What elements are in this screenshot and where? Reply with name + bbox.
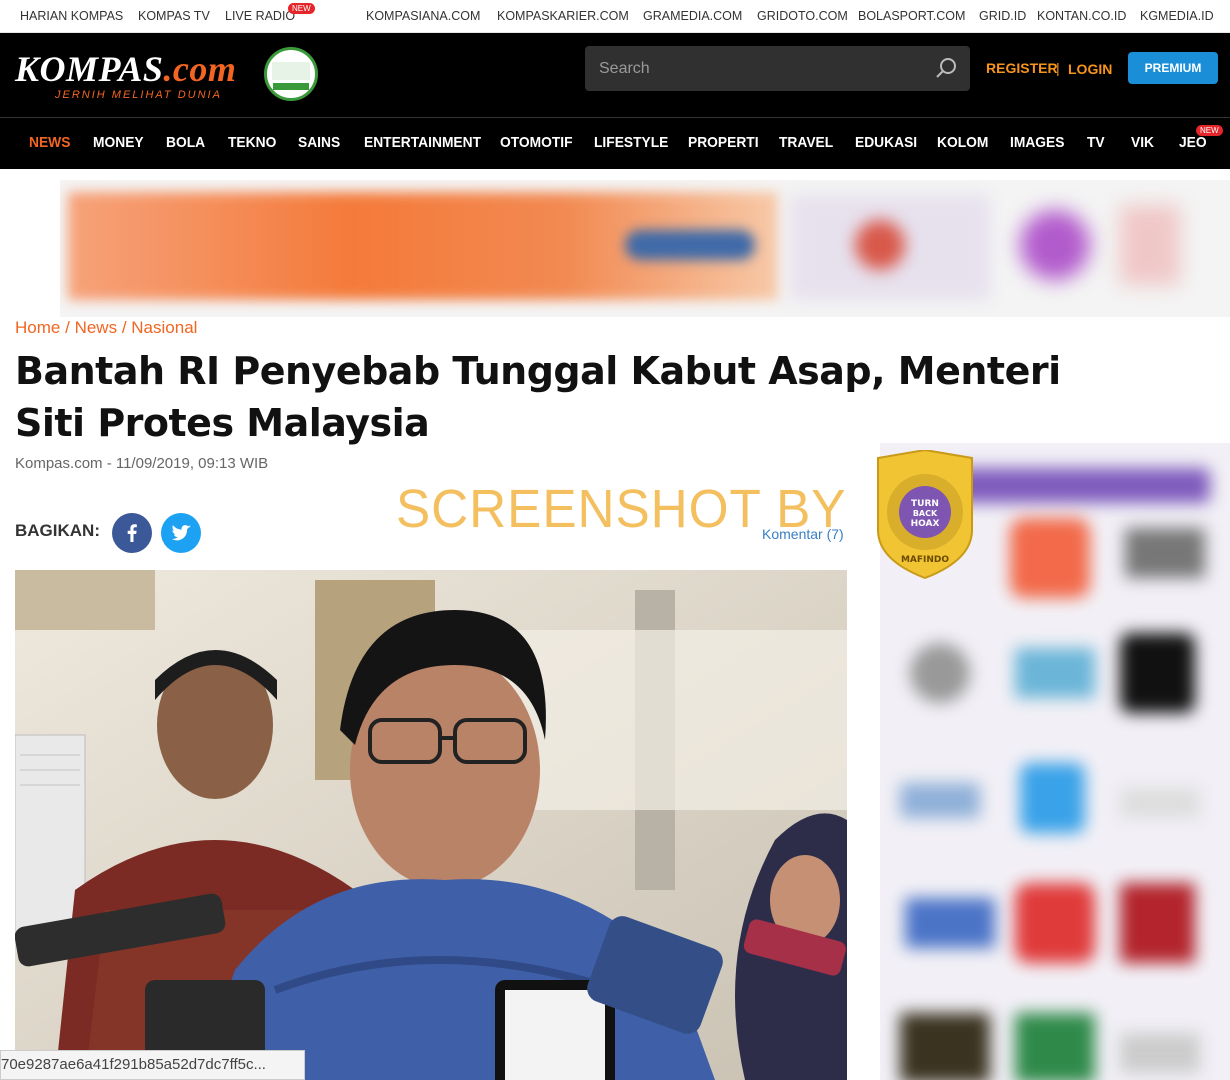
turnbackhoax-badge-icon: TURN BACK HOAX MAFINDO (877, 450, 973, 580)
facebook-icon (127, 524, 137, 542)
live-radio-new-badge: NEW (288, 3, 315, 14)
svg-text:MAFINDO: MAFINDO (901, 555, 949, 565)
search-box[interactable] (585, 46, 970, 91)
link-harian-kompas[interactable]: HARIAN KOMPAS (20, 9, 123, 23)
top-links-bar: HARIAN KOMPAS KOMPAS TV LIVE RADIO NEW K… (0, 0, 1230, 33)
nav-images[interactable]: IMAGES (1010, 134, 1064, 151)
nav-money[interactable]: MONEY (93, 134, 144, 151)
auth-separator: | (1056, 60, 1060, 76)
nav-bola[interactable]: BOLA (166, 134, 205, 151)
link-live-radio[interactable]: LIVE RADIO (225, 9, 295, 23)
main-nav: NEWS MONEY BOLA TEKNO SAINS ENTERTAINMEN… (0, 117, 1230, 169)
link-kompaskarier[interactable]: KOMPASKARIER.COM (497, 9, 629, 23)
nav-properti[interactable]: PROPERTI (688, 134, 759, 151)
nav-edukasi[interactable]: EDUKASI (855, 134, 917, 151)
nav-tv[interactable]: TV (1087, 134, 1105, 151)
breadcrumb-news[interactable]: News (75, 318, 118, 337)
nav-lifestyle[interactable]: LIFESTYLE (594, 134, 668, 151)
article-title: Bantah RI Penyebab Tunggal Kabut Asap, M… (15, 349, 1061, 445)
fact-checking-badge-icon (264, 47, 318, 101)
link-gramedia[interactable]: GRAMEDIA.COM (643, 9, 742, 23)
nav-entertainment[interactable]: ENTERTAINMENT (364, 134, 481, 151)
link-kgmedia[interactable]: KGMEDIA.ID (1140, 9, 1214, 23)
jeo-new-badge: NEW (1196, 125, 1223, 136)
nav-vik[interactable]: VIK (1131, 134, 1154, 151)
svg-text:BACK: BACK (913, 509, 938, 518)
article-photo (15, 570, 847, 1080)
nav-otomotif[interactable]: OTOMOTIF (500, 134, 573, 151)
breadcrumb-home[interactable]: Home (15, 318, 60, 337)
link-kontan[interactable]: KONTAN.CO.ID (1037, 9, 1126, 23)
nav-news[interactable]: NEWS (29, 134, 70, 151)
article-meta: Kompas.com - 11/09/2019, 09:13 WIB (15, 455, 269, 472)
nav-jeo[interactable]: JEO (1179, 134, 1207, 151)
facebook-share-button[interactable] (112, 513, 152, 553)
link-kompas-tv[interactable]: KOMPAS TV (138, 9, 210, 23)
status-url-tooltip: 70e9287ae6a41f291b85a52d7dc7ff5c... (0, 1050, 305, 1080)
nav-travel[interactable]: TRAVEL (779, 134, 833, 151)
login-link[interactable]: LOGIN (1068, 61, 1112, 77)
share-label: BAGIKAN: (15, 521, 100, 540)
logo-tagline: JERNIH MELIHAT DUNIA (55, 89, 222, 101)
breadcrumb-separator: / (121, 318, 127, 337)
site-header: KOMPAS.com JERNIH MELIHAT DUNIA REGISTER… (0, 33, 1230, 117)
komentar-link[interactable]: Komentar (7) (762, 526, 844, 542)
kompas-logo[interactable]: KOMPAS.com (15, 48, 236, 90)
nav-tekno[interactable]: TEKNO (228, 134, 276, 151)
link-kompasiana[interactable]: KOMPASIANA.COM (366, 9, 480, 23)
article-photo-illustration (15, 570, 847, 1080)
search-input[interactable] (599, 46, 919, 91)
nav-sains[interactable]: SAINS (298, 134, 340, 151)
premium-button[interactable]: PREMIUM (1128, 52, 1218, 84)
svg-text:TURN: TURN (911, 499, 939, 509)
register-link[interactable]: REGISTER (986, 60, 1058, 76)
svg-text:HOAX: HOAX (911, 519, 940, 529)
breadcrumb-nasional[interactable]: Nasional (131, 318, 197, 337)
twitter-share-button[interactable] (161, 513, 201, 553)
twitter-icon (171, 525, 191, 541)
breadcrumb: Home / News / Nasional (15, 318, 197, 338)
nav-kolom[interactable]: KOLOM (937, 134, 988, 151)
search-icon[interactable] (934, 56, 958, 80)
breadcrumb-separator: / (65, 318, 70, 337)
link-bolasport[interactable]: BOLASPORT.COM (858, 9, 965, 23)
link-gridoto[interactable]: GRIDOTO.COM (757, 9, 848, 23)
ad-banner[interactable] (60, 180, 1230, 317)
link-grid-id[interactable]: GRID.ID (979, 9, 1026, 23)
